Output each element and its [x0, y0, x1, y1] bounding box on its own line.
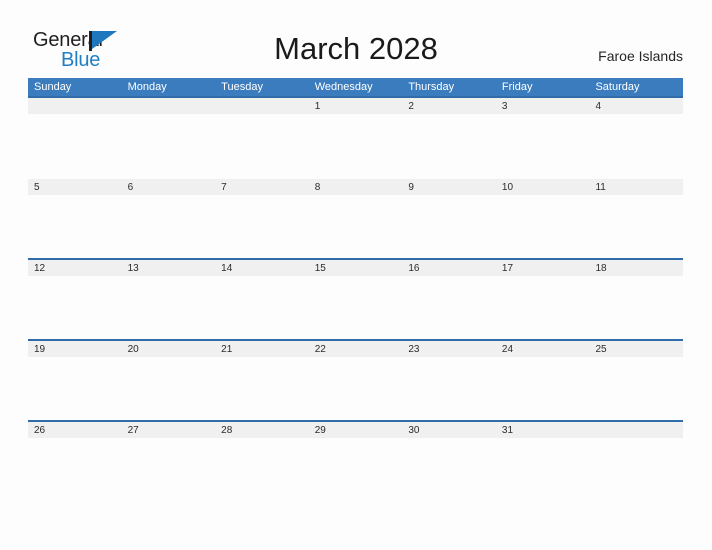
- day-cell[interactable]: 21: [215, 341, 309, 420]
- weekday-monday: Monday: [127, 81, 167, 93]
- weekday-wednesday: Wednesday: [314, 81, 373, 93]
- day-number: 30: [408, 425, 420, 436]
- day-number: 16: [408, 263, 420, 274]
- day-cell[interactable]: 7: [215, 179, 309, 258]
- day-cell[interactable]: [589, 422, 684, 501]
- day-number: 29: [314, 425, 326, 436]
- day-cell[interactable]: 12: [28, 260, 122, 339]
- day-cell[interactable]: 27: [121, 422, 216, 501]
- weekday-header-row: Sunday Monday Tuesday Wednesday Thursday…: [28, 78, 683, 96]
- weekday-saturday: Saturday: [595, 81, 640, 93]
- day-number: 20: [127, 344, 139, 355]
- day-cell[interactable]: 8: [308, 179, 403, 258]
- weekday-tuesday: Tuesday: [221, 81, 263, 93]
- day-number: 17: [501, 263, 514, 274]
- day-cell[interactable]: 14: [215, 260, 309, 339]
- day-cell[interactable]: 19: [28, 341, 122, 420]
- day-cell[interactable]: 1: [308, 98, 403, 179]
- day-cell[interactable]: 29: [308, 422, 403, 501]
- day-cell[interactable]: 16: [402, 260, 496, 339]
- day-number: 19: [34, 344, 46, 355]
- day-number: 7: [221, 182, 227, 193]
- week-row: 5 6 7 8 9 10 11: [28, 177, 684, 258]
- day-number: 8: [314, 182, 321, 193]
- weekday-friday: Friday: [501, 81, 533, 93]
- day-number: 13: [127, 263, 139, 274]
- day-cell[interactable]: 4: [589, 98, 684, 179]
- day-number: 5: [34, 182, 40, 193]
- day-cell[interactable]: 23: [402, 341, 496, 420]
- day-cell[interactable]: 24: [495, 341, 590, 420]
- day-cell[interactable]: 18: [589, 260, 684, 339]
- day-number: 27: [127, 425, 139, 436]
- day-number: 15: [314, 263, 326, 274]
- day-cell[interactable]: 31: [495, 422, 590, 501]
- day-number: 3: [501, 101, 508, 112]
- day-cell[interactable]: 5: [28, 179, 122, 258]
- day-cell[interactable]: 13: [121, 260, 216, 339]
- day-cell[interactable]: 15: [308, 260, 403, 339]
- day-number: 10: [501, 182, 514, 193]
- day-number: 26: [34, 425, 46, 436]
- day-cell[interactable]: 9: [402, 179, 496, 258]
- day-number: 24: [501, 344, 514, 355]
- week-row: 26 27 28 29 30 31: [28, 420, 684, 501]
- calendar-grid: Sunday Monday Tuesday Wednesday Thursday…: [28, 78, 684, 501]
- day-cell[interactable]: [121, 98, 216, 179]
- day-cell[interactable]: 10: [495, 179, 590, 258]
- day-number: 14: [221, 263, 233, 274]
- day-number: 11: [595, 182, 606, 193]
- weekday-sunday: Sunday: [34, 81, 72, 93]
- day-number: 25: [595, 344, 607, 355]
- day-number: 21: [221, 344, 233, 355]
- day-number: 31: [501, 425, 514, 436]
- day-cell[interactable]: 30: [402, 422, 496, 501]
- day-cell[interactable]: 22: [308, 341, 403, 420]
- week-row: 19 20 21 22 23 24 25: [28, 339, 684, 420]
- day-number: 23: [408, 344, 420, 355]
- day-cell[interactable]: [215, 98, 309, 179]
- week-row: 12 13 14 15 16 17 18: [28, 258, 684, 339]
- day-number: 9: [408, 182, 414, 193]
- calendar-page: General Blue March 2028 Faroe Islands Su…: [0, 0, 712, 550]
- page-header: General Blue March 2028 Faroe Islands: [0, 0, 712, 78]
- day-number: 28: [221, 425, 233, 436]
- day-number: 12: [34, 263, 46, 274]
- day-number: 2: [408, 101, 414, 112]
- day-number: 6: [127, 182, 134, 193]
- day-cell[interactable]: 3: [495, 98, 590, 179]
- day-number: 4: [595, 101, 602, 112]
- week-row: 1 2 3 4: [28, 96, 684, 179]
- day-cell[interactable]: 2: [402, 98, 496, 179]
- day-cell[interactable]: 28: [215, 422, 309, 501]
- day-cell[interactable]: 25: [589, 341, 684, 420]
- weekday-thursday: Thursday: [408, 81, 455, 93]
- day-cell[interactable]: 17: [495, 260, 590, 339]
- day-cell[interactable]: 20: [121, 341, 216, 420]
- day-cell[interactable]: 11: [589, 179, 684, 258]
- location-label: Faroe Islands: [598, 48, 683, 64]
- day-cell[interactable]: [28, 98, 122, 179]
- day-number: 1: [314, 101, 321, 112]
- day-number: 22: [314, 344, 326, 355]
- day-cell[interactable]: 26: [28, 422, 122, 501]
- day-cell[interactable]: 6: [121, 179, 216, 258]
- day-number: 18: [595, 263, 607, 274]
